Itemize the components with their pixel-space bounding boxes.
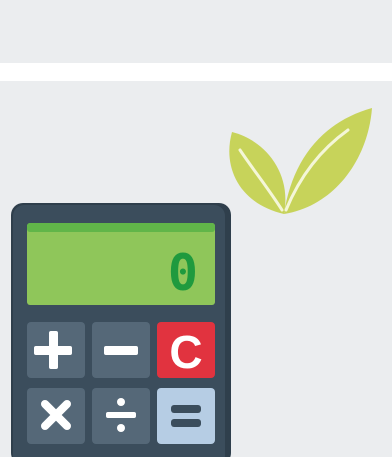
equals-key[interactable]: [157, 388, 215, 444]
display-value: 0: [168, 244, 198, 302]
plus-key[interactable]: [27, 322, 85, 378]
divide-key[interactable]: [92, 388, 150, 444]
calculator-icon: 0 C: [11, 203, 231, 457]
illustration: 0 C: [11, 108, 372, 457]
clear-key-label: C: [169, 326, 202, 378]
calculator-display: 0: [27, 223, 215, 305]
multiply-key[interactable]: [27, 388, 85, 444]
page: 0 C: [0, 0, 392, 457]
minus-key[interactable]: [92, 322, 150, 378]
leaf-icon: [229, 108, 372, 214]
clear-key[interactable]: C: [157, 322, 215, 378]
